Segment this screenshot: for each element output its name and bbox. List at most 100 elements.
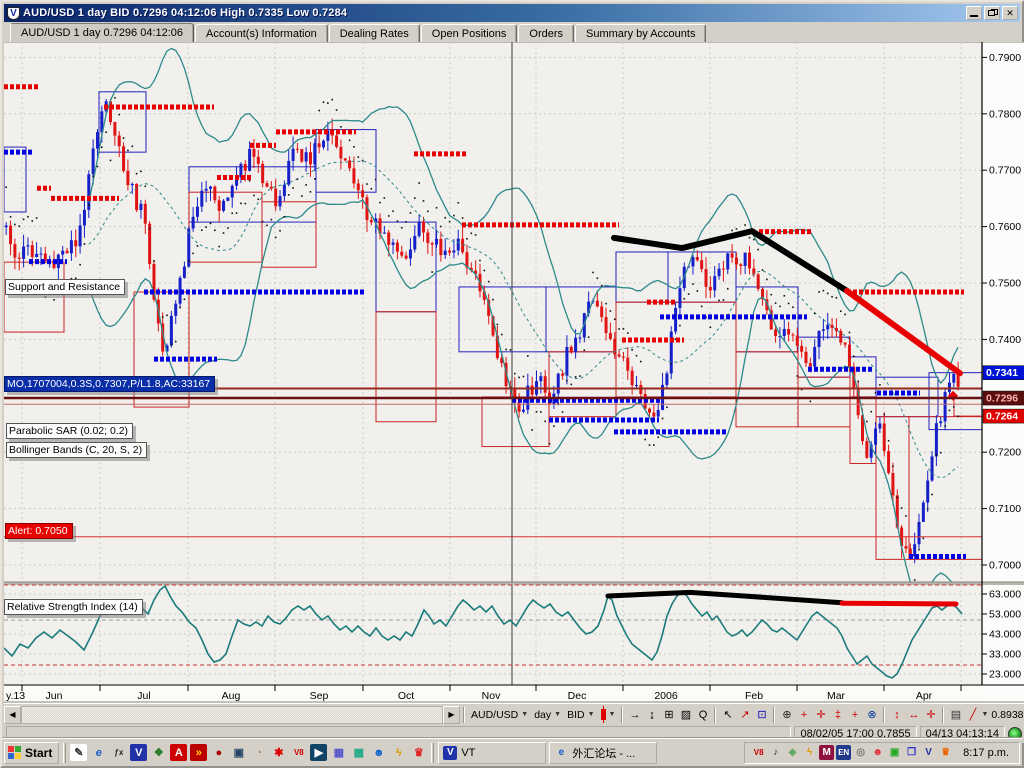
ql-crown-icon[interactable]: ♛ (410, 744, 427, 761)
shift-chart-icon[interactable]: → (626, 706, 643, 723)
candlestick-style-icon (601, 709, 606, 720)
taskbar-clock: 8:17 p.m. (955, 747, 1013, 759)
ql-computer-icon[interactable]: ▣ (230, 744, 247, 761)
crosshair-dashed-icon[interactable]: ‡ (829, 706, 846, 723)
ql-vt-trader-icon[interactable]: V (130, 744, 147, 761)
bollinger-bands-label[interactable]: Bollinger Bands (C, 20, S, 2) (6, 442, 147, 458)
snap-toggle-icon[interactable]: ▨ (677, 706, 694, 723)
svg-text:Nov: Nov (482, 690, 501, 702)
quote-icon[interactable]: Q (694, 706, 711, 723)
price-type-dropdown[interactable]: BID▼ (564, 708, 597, 722)
system-tray: V8♪◆ϟMEN◎☻▣❒V♛ 8:17 p.m. (744, 742, 1020, 764)
svg-text:Jun: Jun (46, 690, 63, 702)
tray-vt-icon[interactable]: V (921, 745, 936, 760)
horizontal-scrollbar[interactable] (21, 706, 443, 724)
ql-fireball-icon[interactable]: ● (210, 744, 227, 761)
tab-4[interactable]: Orders (518, 24, 574, 43)
symbol-dropdown[interactable]: AUD/USD▼ (468, 708, 531, 722)
expand-both-icon[interactable]: ✛ (922, 706, 939, 723)
svg-text:Oct: Oct (398, 690, 414, 702)
parabolic-sar-label[interactable]: Parabolic SAR (0.02; 0.2) (6, 423, 133, 439)
alert-label[interactable]: Alert: 0.7050 (5, 523, 73, 539)
tray-messenger-icon[interactable]: ☻ (870, 745, 885, 760)
zoom-in-icon[interactable]: ⊕ (778, 706, 795, 723)
tray-lightning-icon[interactable]: ϟ (802, 745, 817, 760)
tray-display-icon[interactable]: ◆ (785, 745, 800, 760)
period-dropdown[interactable]: day▼ (531, 708, 564, 722)
ql-star-icon[interactable]: ✱ (270, 744, 287, 761)
support-resistance-label[interactable]: Support and Resistance (5, 279, 125, 295)
tray-globe-icon[interactable]: ◎ (853, 745, 868, 760)
taskbar-window-forum[interactable]: e外汇论坛 - ... (549, 742, 657, 764)
ql-movie-icon[interactable]: ▦ (330, 744, 347, 761)
ql-acrobat-icon[interactable]: A (170, 744, 187, 761)
window-title: AUD/USD 1 day BID 0.7296 04:12:06 High 0… (23, 7, 347, 19)
template-icon[interactable]: ▤ (947, 706, 964, 723)
rsi-label[interactable]: Relative Strength Index (14) (4, 599, 143, 615)
chart-area[interactable]: 0.79000.78000.77000.76000.75000.74000.72… (4, 42, 1024, 703)
drawing-tools-icon[interactable]: ↗ (736, 706, 753, 723)
taskbar-window-forum-icon: e (554, 746, 568, 760)
ql-media-player-icon[interactable]: ▶ (310, 744, 327, 761)
tray-v8-icon[interactable]: V8 (751, 745, 766, 760)
tab-3[interactable]: Open Positions (421, 24, 518, 43)
tray-network-icon[interactable]: ❒ (904, 745, 919, 760)
price-value-dropdown[interactable]: 0.8938▼ (988, 708, 1024, 722)
scroll-right-button[interactable]: ▶ (443, 706, 460, 724)
svg-text:y.13: y.13 (6, 690, 25, 702)
ql-lightning-icon[interactable]: ϟ (390, 744, 407, 761)
zoom-reset-icon[interactable]: ⊗ (863, 706, 880, 723)
ql-photo-icon[interactable]: ▩ (350, 744, 367, 761)
tray-crown-icon[interactable]: ♛ (938, 745, 953, 760)
ql-fx-icon[interactable]: ƒx (110, 744, 127, 761)
order-info-label[interactable]: MO,1707004,0.3S,0.7307,P/L1.8,AC:33167 (4, 376, 215, 392)
ql-messenger-icon[interactable]: ☻ (370, 744, 387, 761)
price-scale-icon[interactable]: ↨ (643, 706, 660, 723)
svg-text:23.000: 23.000 (989, 669, 1021, 681)
svg-text:63.000: 63.000 (989, 589, 1021, 601)
crosshair-large-icon[interactable]: ✛ (812, 706, 829, 723)
object-connect-icon[interactable]: ⊡ (753, 706, 770, 723)
tab-bar: AUD/USD 1 day 0.7296 04:12:06Account(s) … (4, 22, 1020, 44)
svg-text:0.7900: 0.7900 (989, 52, 1021, 64)
ql-notes-icon[interactable]: ✎ (70, 744, 87, 761)
svg-text:Aug: Aug (222, 690, 241, 702)
svg-text:0.7264: 0.7264 (986, 411, 1018, 423)
restore-button[interactable] (984, 6, 1000, 20)
taskbar-window-vt[interactable]: VVT (438, 742, 546, 764)
svg-text:53.000: 53.000 (989, 609, 1021, 621)
scroll-left-button[interactable]: ◀ (4, 706, 21, 724)
tray-language-icon[interactable]: EN (836, 745, 851, 760)
ql-download-icon[interactable]: » (190, 744, 207, 761)
tray-volume-icon[interactable]: ♪ (768, 745, 783, 760)
start-button[interactable]: Start (4, 742, 59, 764)
crosshair-thin-icon[interactable]: + (846, 706, 863, 723)
ql-internet-explorer-icon[interactable]: e (90, 744, 107, 761)
grid-toggle-icon[interactable]: ⊞ (660, 706, 677, 723)
ql-v8-icon[interactable]: V8 (290, 744, 307, 761)
tray-monitor-icon[interactable]: ▣ (887, 745, 902, 760)
title-bar[interactable]: V AUD/USD 1 day BID 0.7296 04:12:06 High… (4, 4, 1020, 22)
app-logo-icon: V (7, 7, 20, 20)
expand-vertical-icon[interactable]: ↕ (888, 706, 905, 723)
ql-clock-icon[interactable]: ◔ (250, 744, 267, 761)
tray-maxthon-icon[interactable]: M (819, 745, 834, 760)
crosshair-small-icon[interactable]: + (795, 706, 812, 723)
svg-text:0.7100: 0.7100 (989, 503, 1021, 515)
price-chart[interactable]: 0.79000.78000.77000.76000.75000.74000.72… (4, 42, 1024, 703)
svg-text:33.000: 33.000 (989, 649, 1021, 661)
trendline-tool-icon[interactable]: ╱ (964, 706, 981, 723)
svg-text:0.7600: 0.7600 (989, 221, 1021, 233)
chart-style-dropdown[interactable]: ▼ (598, 708, 619, 721)
svg-text:Sep: Sep (310, 690, 329, 702)
pointer-tool-icon[interactable]: ↖ (719, 706, 736, 723)
tab-5[interactable]: Summary by Accounts (575, 24, 706, 43)
close-button[interactable]: ✕ (1002, 6, 1018, 20)
ql-tool-icon[interactable]: ❖ (150, 744, 167, 761)
tab-2[interactable]: Dealing Rates (329, 24, 420, 43)
expand-horizontal-icon[interactable]: ↔ (905, 706, 922, 723)
svg-text:Dec: Dec (568, 690, 587, 702)
minimize-button[interactable] (966, 6, 982, 20)
tab-1[interactable]: Account(s) Information (195, 24, 328, 43)
tab-0[interactable]: AUD/USD 1 day 0.7296 04:12:06 (10, 23, 194, 43)
